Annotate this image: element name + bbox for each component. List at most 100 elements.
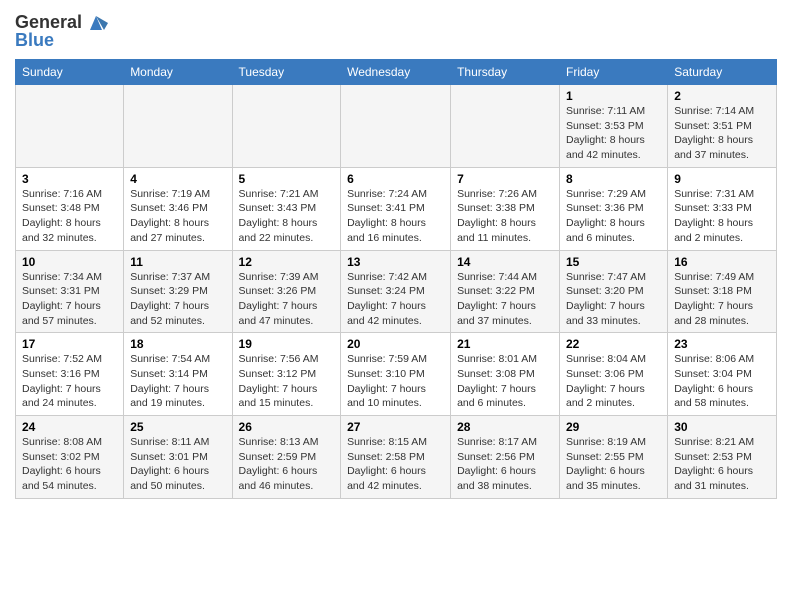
calendar-week-5: 24Sunrise: 8:08 AM Sunset: 3:02 PM Dayli… <box>16 416 777 499</box>
day-number: 20 <box>347 337 444 351</box>
day-number: 8 <box>566 172 661 186</box>
day-number: 10 <box>22 255 117 269</box>
calendar-cell: 9Sunrise: 7:31 AM Sunset: 3:33 PM Daylig… <box>668 167 777 250</box>
day-info: Sunrise: 7:37 AM Sunset: 3:29 PM Dayligh… <box>130 270 225 329</box>
calendar-cell <box>451 85 560 168</box>
calendar-cell <box>16 85 124 168</box>
day-number: 2 <box>674 89 770 103</box>
day-info: Sunrise: 8:15 AM Sunset: 2:58 PM Dayligh… <box>347 435 444 494</box>
day-info: Sunrise: 8:17 AM Sunset: 2:56 PM Dayligh… <box>457 435 553 494</box>
day-number: 25 <box>130 420 225 434</box>
day-number: 9 <box>674 172 770 186</box>
calendar-cell: 30Sunrise: 8:21 AM Sunset: 2:53 PM Dayli… <box>668 416 777 499</box>
calendar-cell: 15Sunrise: 7:47 AM Sunset: 3:20 PM Dayli… <box>560 250 668 333</box>
calendar-cell: 13Sunrise: 7:42 AM Sunset: 3:24 PM Dayli… <box>341 250 451 333</box>
day-info: Sunrise: 8:19 AM Sunset: 2:55 PM Dayligh… <box>566 435 661 494</box>
day-info: Sunrise: 7:44 AM Sunset: 3:22 PM Dayligh… <box>457 270 553 329</box>
day-info: Sunrise: 8:21 AM Sunset: 2:53 PM Dayligh… <box>674 435 770 494</box>
calendar-cell: 2Sunrise: 7:14 AM Sunset: 3:51 PM Daylig… <box>668 85 777 168</box>
calendar-week-1: 1Sunrise: 7:11 AM Sunset: 3:53 PM Daylig… <box>16 85 777 168</box>
calendar-cell <box>232 85 341 168</box>
calendar-cell: 6Sunrise: 7:24 AM Sunset: 3:41 PM Daylig… <box>341 167 451 250</box>
day-number: 7 <box>457 172 553 186</box>
calendar-cell: 29Sunrise: 8:19 AM Sunset: 2:55 PM Dayli… <box>560 416 668 499</box>
day-number: 29 <box>566 420 661 434</box>
page-container: General Blue SundayMondayTuesdayWednesda… <box>0 0 792 504</box>
weekday-header-row: SundayMondayTuesdayWednesdayThursdayFrid… <box>16 60 777 85</box>
day-number: 6 <box>347 172 444 186</box>
calendar-cell: 12Sunrise: 7:39 AM Sunset: 3:26 PM Dayli… <box>232 250 341 333</box>
calendar-cell: 19Sunrise: 7:56 AM Sunset: 3:12 PM Dayli… <box>232 333 341 416</box>
day-number: 26 <box>239 420 335 434</box>
logo-wrapper: General Blue <box>15 10 108 51</box>
calendar-cell: 21Sunrise: 8:01 AM Sunset: 3:08 PM Dayli… <box>451 333 560 416</box>
day-info: Sunrise: 8:04 AM Sunset: 3:06 PM Dayligh… <box>566 352 661 411</box>
day-number: 16 <box>674 255 770 269</box>
day-info: Sunrise: 7:42 AM Sunset: 3:24 PM Dayligh… <box>347 270 444 329</box>
day-info: Sunrise: 7:26 AM Sunset: 3:38 PM Dayligh… <box>457 187 553 246</box>
calendar-cell: 18Sunrise: 7:54 AM Sunset: 3:14 PM Dayli… <box>124 333 232 416</box>
day-info: Sunrise: 7:29 AM Sunset: 3:36 PM Dayligh… <box>566 187 661 246</box>
day-info: Sunrise: 7:54 AM Sunset: 3:14 PM Dayligh… <box>130 352 225 411</box>
day-number: 12 <box>239 255 335 269</box>
day-number: 19 <box>239 337 335 351</box>
calendar-cell: 4Sunrise: 7:19 AM Sunset: 3:46 PM Daylig… <box>124 167 232 250</box>
day-number: 3 <box>22 172 117 186</box>
calendar-cell: 17Sunrise: 7:52 AM Sunset: 3:16 PM Dayli… <box>16 333 124 416</box>
day-info: Sunrise: 7:34 AM Sunset: 3:31 PM Dayligh… <box>22 270 117 329</box>
day-info: Sunrise: 8:11 AM Sunset: 3:01 PM Dayligh… <box>130 435 225 494</box>
calendar-cell: 11Sunrise: 7:37 AM Sunset: 3:29 PM Dayli… <box>124 250 232 333</box>
day-info: Sunrise: 7:16 AM Sunset: 3:48 PM Dayligh… <box>22 187 117 246</box>
weekday-header-thursday: Thursday <box>451 60 560 85</box>
calendar-cell: 5Sunrise: 7:21 AM Sunset: 3:43 PM Daylig… <box>232 167 341 250</box>
calendar-week-2: 3Sunrise: 7:16 AM Sunset: 3:48 PM Daylig… <box>16 167 777 250</box>
weekday-header-friday: Friday <box>560 60 668 85</box>
calendar-cell: 20Sunrise: 7:59 AM Sunset: 3:10 PM Dayli… <box>341 333 451 416</box>
weekday-header-sunday: Sunday <box>16 60 124 85</box>
day-number: 24 <box>22 420 117 434</box>
header: General Blue <box>15 10 777 51</box>
day-info: Sunrise: 7:11 AM Sunset: 3:53 PM Dayligh… <box>566 104 661 163</box>
day-number: 13 <box>347 255 444 269</box>
day-info: Sunrise: 7:39 AM Sunset: 3:26 PM Dayligh… <box>239 270 335 329</box>
logo-blue-text: Blue <box>15 30 54 51</box>
weekday-header-tuesday: Tuesday <box>232 60 341 85</box>
day-number: 18 <box>130 337 225 351</box>
weekday-header-saturday: Saturday <box>668 60 777 85</box>
logo: General Blue <box>15 10 108 51</box>
calendar-cell: 7Sunrise: 7:26 AM Sunset: 3:38 PM Daylig… <box>451 167 560 250</box>
day-number: 22 <box>566 337 661 351</box>
calendar-cell: 27Sunrise: 8:15 AM Sunset: 2:58 PM Dayli… <box>341 416 451 499</box>
day-info: Sunrise: 8:08 AM Sunset: 3:02 PM Dayligh… <box>22 435 117 494</box>
day-info: Sunrise: 7:31 AM Sunset: 3:33 PM Dayligh… <box>674 187 770 246</box>
day-info: Sunrise: 7:24 AM Sunset: 3:41 PM Dayligh… <box>347 187 444 246</box>
calendar-cell: 14Sunrise: 7:44 AM Sunset: 3:22 PM Dayli… <box>451 250 560 333</box>
calendar-week-3: 10Sunrise: 7:34 AM Sunset: 3:31 PM Dayli… <box>16 250 777 333</box>
day-info: Sunrise: 7:14 AM Sunset: 3:51 PM Dayligh… <box>674 104 770 163</box>
day-info: Sunrise: 7:56 AM Sunset: 3:12 PM Dayligh… <box>239 352 335 411</box>
day-info: Sunrise: 7:47 AM Sunset: 3:20 PM Dayligh… <box>566 270 661 329</box>
day-info: Sunrise: 8:06 AM Sunset: 3:04 PM Dayligh… <box>674 352 770 411</box>
day-number: 21 <box>457 337 553 351</box>
calendar-cell: 3Sunrise: 7:16 AM Sunset: 3:48 PM Daylig… <box>16 167 124 250</box>
calendar-cell: 24Sunrise: 8:08 AM Sunset: 3:02 PM Dayli… <box>16 416 124 499</box>
day-info: Sunrise: 8:01 AM Sunset: 3:08 PM Dayligh… <box>457 352 553 411</box>
day-number: 17 <box>22 337 117 351</box>
calendar-cell <box>124 85 232 168</box>
calendar-table: SundayMondayTuesdayWednesdayThursdayFrid… <box>15 59 777 499</box>
day-number: 4 <box>130 172 225 186</box>
day-number: 30 <box>674 420 770 434</box>
calendar-cell: 23Sunrise: 8:06 AM Sunset: 3:04 PM Dayli… <box>668 333 777 416</box>
day-info: Sunrise: 7:21 AM Sunset: 3:43 PM Dayligh… <box>239 187 335 246</box>
day-number: 14 <box>457 255 553 269</box>
calendar-cell: 28Sunrise: 8:17 AM Sunset: 2:56 PM Dayli… <box>451 416 560 499</box>
calendar-cell: 26Sunrise: 8:13 AM Sunset: 2:59 PM Dayli… <box>232 416 341 499</box>
calendar-cell: 16Sunrise: 7:49 AM Sunset: 3:18 PM Dayli… <box>668 250 777 333</box>
day-number: 11 <box>130 255 225 269</box>
day-number: 27 <box>347 420 444 434</box>
calendar-cell: 1Sunrise: 7:11 AM Sunset: 3:53 PM Daylig… <box>560 85 668 168</box>
day-info: Sunrise: 7:49 AM Sunset: 3:18 PM Dayligh… <box>674 270 770 329</box>
calendar-cell: 10Sunrise: 7:34 AM Sunset: 3:31 PM Dayli… <box>16 250 124 333</box>
calendar-week-4: 17Sunrise: 7:52 AM Sunset: 3:16 PM Dayli… <box>16 333 777 416</box>
day-number: 15 <box>566 255 661 269</box>
